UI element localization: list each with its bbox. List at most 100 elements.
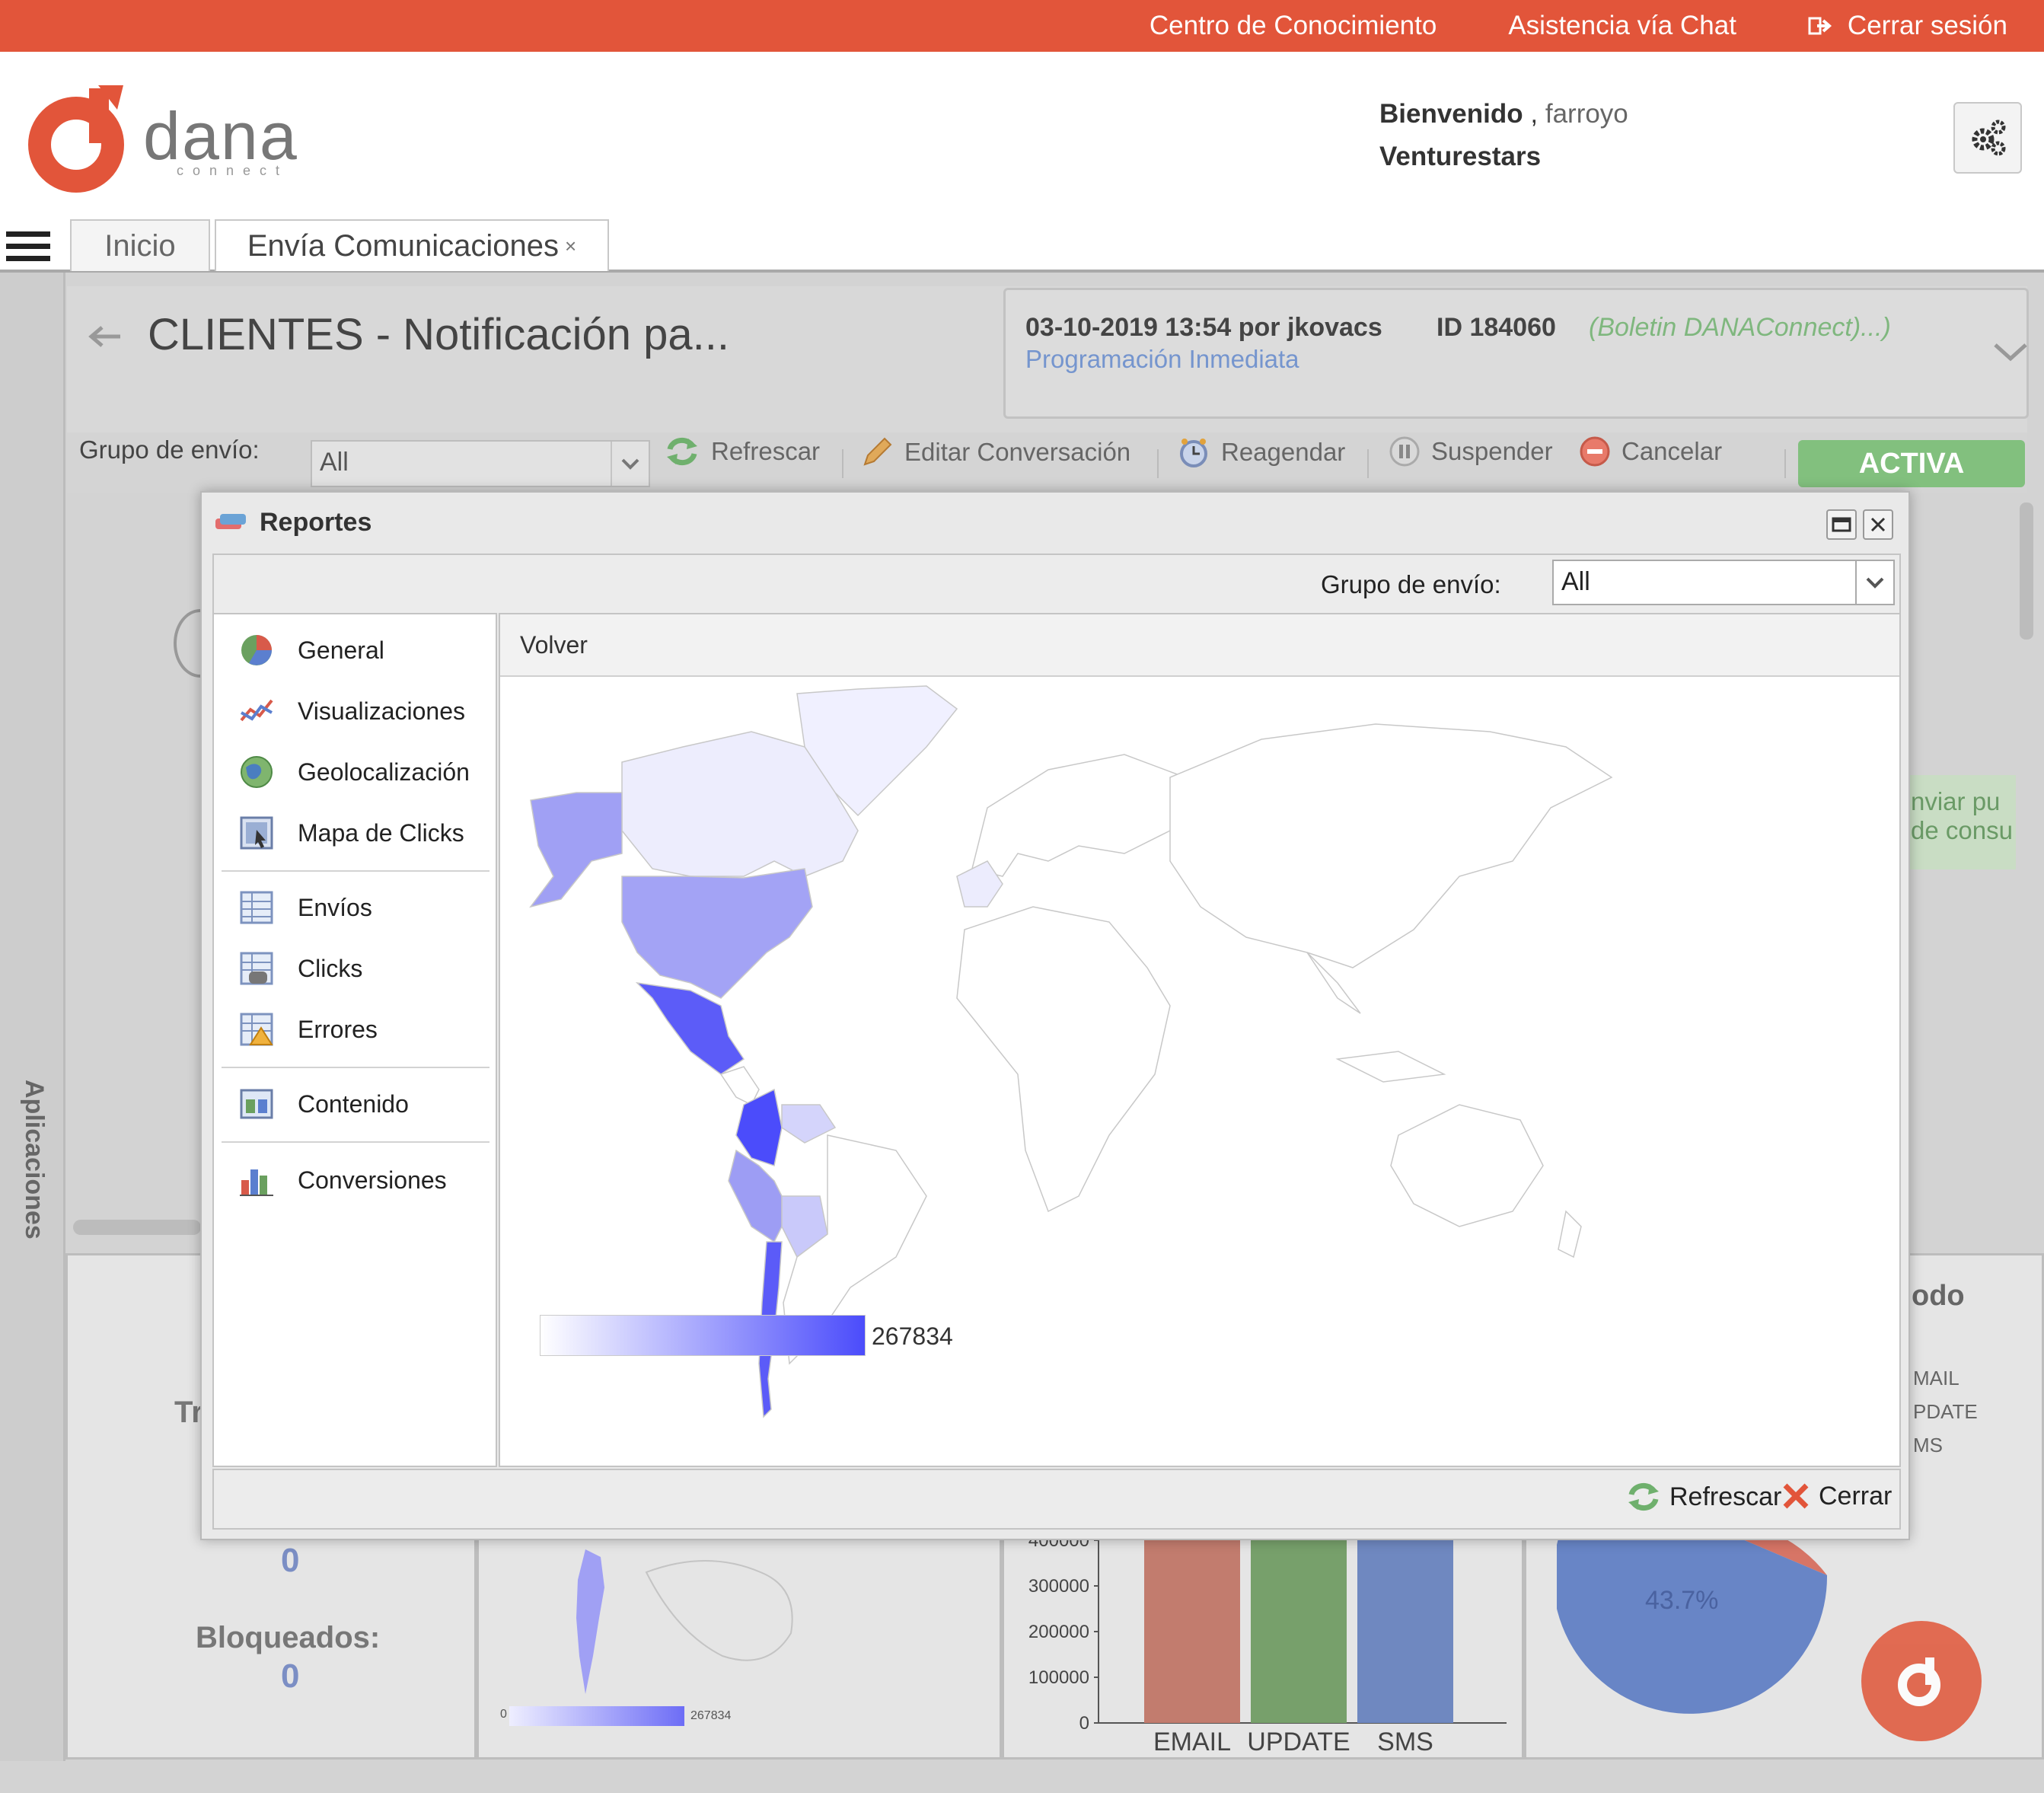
campaign-info-box[interactable]: 03-10-2019 13:54 por jkovacs ID 184060 (… [1003,288,2029,419]
stats-letter: Tr [174,1396,203,1429]
menu-item-general[interactable]: General [214,624,496,677]
legend-update: PDATE [1913,1400,1978,1423]
top-bar: Centro de Conocimiento Asistencia vía Ch… [0,0,2044,52]
x-category-label: SMS [1377,1728,1433,1756]
toolbar-edit-button[interactable]: Editar Conversación [860,435,1130,469]
background-info-panel: nviar pu de consu [1908,775,2016,869]
background-info-line-2: de consu [1911,816,2013,844]
toolbar-group-label: Grupo de envío: [79,435,260,464]
toolbar-divider [1784,449,1786,478]
campaign-meta: 03-10-2019 13:54 por jkovacs [1025,313,1382,342]
legend-sms: MS [1913,1434,1943,1456]
dialog-close-label: Cerrar [1819,1481,1893,1511]
username: farroyo [1545,99,1628,129]
dialog-group-label: Grupo de envío: [1321,570,1501,598]
menu-item-conversions[interactable]: Conversiones [214,1153,496,1207]
menu-item-click-map[interactable]: Mapa de Clicks [214,806,496,860]
hamburger-menu-icon[interactable] [6,231,50,263]
table-icon [240,891,273,924]
dana-chat-icon [1898,1657,1940,1706]
reports-dialog: Reportes Grupo de envío: All General Vis… [200,491,1910,1540]
click-map-icon [240,816,273,850]
gears-icon [1972,120,2006,156]
settings-button[interactable] [1953,102,2022,174]
toolbar-suspend-label: Suspender [1431,437,1553,465]
chat-support-link[interactable]: Asistencia vía Chat [1508,11,1736,41]
back-button[interactable]: Volver [520,631,588,659]
close-icon [1870,517,1886,532]
applications-label: Aplicaciones [20,1080,49,1239]
page-scrollbar[interactable] [2020,502,2033,640]
menu-divider [222,870,489,872]
back-arrow-icon[interactable] [87,323,123,350]
pencil-icon [863,437,892,466]
dialog-refresh-button[interactable]: Refrescar [1625,1481,1781,1513]
applications-sidebar[interactable]: Aplicaciones [0,273,65,1761]
tab-send-communications[interactable]: Envía Comunicaciones × [215,219,609,271]
menu-label-general: General [298,636,384,664]
toolbar-cancel-button[interactable]: Cancelar [1579,435,1722,467]
bar-chart-icon [240,1169,273,1196]
dropdown-arrow-icon [1866,577,1884,589]
tabs-bar: Inicio Envía Comunicaciones × [0,219,2044,273]
reports-icon [215,514,246,529]
toolbar-reschedule-label: Reagendar [1221,438,1346,466]
menu-item-content[interactable]: Contenido [214,1077,496,1131]
maximize-button[interactable] [1826,509,1857,540]
pause-icon [1389,436,1420,467]
toolbar-divider [1367,449,1369,478]
menu-item-errors[interactable]: Errores [214,1003,496,1056]
content-toolbar: Volver [500,614,1899,677]
mini-scale-max: 267834 [690,1709,732,1722]
clock-icon [1180,439,1207,467]
pie-chart-icon [241,635,272,665]
toolbar-divider [1157,449,1159,478]
background-info-line-1: nviar pu [1911,787,2001,815]
logo-subtext: connect [177,163,289,178]
color-scale-max: 267834 [872,1322,953,1350]
toolbar-group-select[interactable]: All [311,440,650,487]
menu-item-sends[interactable]: Envíos [214,881,496,934]
toolbar-suspend-button[interactable]: Suspender [1389,435,1553,467]
maximize-icon [1832,517,1851,532]
dropdown-arrow-icon [621,458,639,470]
chevron-down-icon[interactable] [1992,340,2029,363]
y-tick-label: 200000 [1028,1622,1089,1642]
chat-bubble-button[interactable] [1861,1621,1982,1741]
period-title: odo [1912,1280,1965,1312]
toolbar-group-value: All [320,448,349,477]
y-tick-label: 100000 [1028,1667,1089,1688]
menu-divider [222,1067,489,1068]
toolbar-edit-label: Editar Conversación [904,438,1131,466]
toolbar-reschedule-button[interactable]: Reagendar [1177,435,1345,469]
refresh-icon [667,437,697,466]
tab-close-icon[interactable]: × [565,234,576,258]
dialog-close-button[interactable] [1863,509,1893,540]
menu-item-visualizations[interactable]: Visualizaciones [214,684,496,738]
content-icon [240,1089,273,1119]
line-chart-icon [240,699,273,722]
menu-label-errors: Errores [298,1015,378,1043]
dialog-title: Reportes [260,508,372,537]
knowledge-center-link[interactable]: Centro de Conocimiento [1150,11,1437,41]
logout-label: Cerrar sesión [1847,11,2007,40]
welcome-label: Bienvenido [1379,99,1523,129]
globe-icon [241,756,273,788]
dialog-group-select[interactable]: All [1552,560,1895,605]
toolbar-refresh-button[interactable]: Refrescar [664,435,820,467]
table-mouse-icon [240,952,273,985]
dialog-close-footer-button[interactable]: Cerrar [1781,1481,1892,1511]
logout-link[interactable]: Cerrar sesión [1808,11,2007,41]
x-category-label: EMAIL [1153,1728,1231,1756]
minus-circle-icon [1580,436,1610,467]
dana-logo-icon[interactable] [26,79,132,193]
menu-divider [222,1141,489,1143]
menu-label-sends: Envíos [298,893,372,921]
company-name: Venturestars [1379,142,1542,171]
horizontal-scrollbar[interactable] [73,1220,201,1235]
mini-world-map [576,1549,793,1694]
menu-item-clicks[interactable]: Clicks [214,942,496,995]
menu-item-geolocation[interactable]: Geolocalización [214,745,496,799]
tab-home[interactable]: Inicio [70,219,210,271]
bar-sms [1357,1523,1453,1723]
